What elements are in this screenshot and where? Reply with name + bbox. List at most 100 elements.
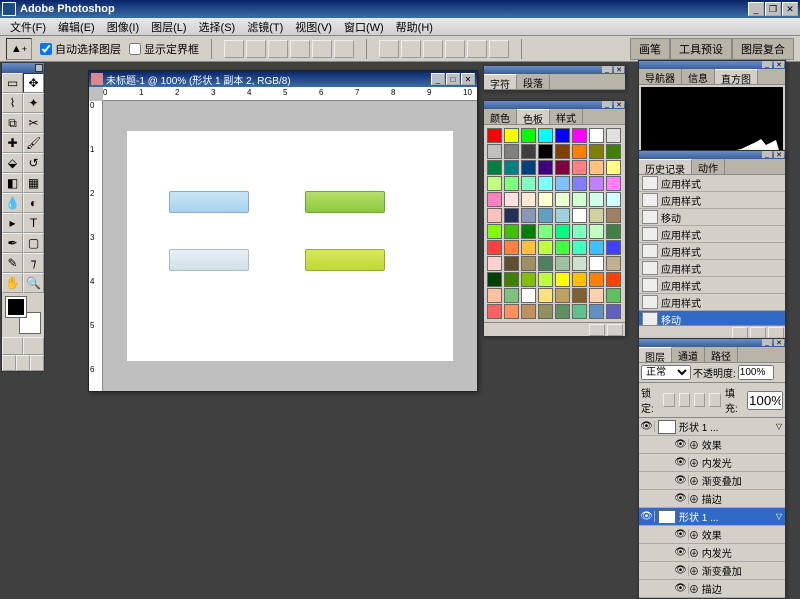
swatch[interactable] [572,288,587,303]
swatch[interactable] [589,224,604,239]
panel-titlebar[interactable]: _✕ [484,66,625,74]
panel-tab[interactable]: 色板 [517,109,550,124]
swatch[interactable] [487,304,502,319]
swatch[interactable] [572,144,587,159]
swatch[interactable] [487,208,502,223]
align-icon[interactable] [224,40,244,58]
swatch[interactable] [504,160,519,175]
swatch[interactable] [572,176,587,191]
swatch[interactable] [521,128,536,143]
layer-effect-row[interactable]: 👁⊕ 效果 [639,436,785,454]
swatch[interactable] [538,304,553,319]
swatch[interactable] [504,176,519,191]
menu-item[interactable]: 文件(F) [4,19,52,35]
visibility-icon[interactable]: 👁 [673,457,689,468]
layer-effect-row[interactable]: 👁⊕ 内发光 [639,454,785,472]
palette-tab[interactable]: 画笔 [630,38,670,60]
swatch[interactable] [521,160,536,175]
swatch[interactable] [589,128,604,143]
doc-close-button[interactable]: ✕ [461,73,475,85]
maximize-button[interactable]: ❐ [765,2,781,16]
swatch[interactable] [606,288,621,303]
align-icon[interactable] [312,40,332,58]
swatch[interactable] [606,128,621,143]
wand-tool[interactable]: ✦ [23,93,44,113]
gradient-tool[interactable]: ▦ [23,173,44,193]
swatch[interactable] [606,224,621,239]
swatch[interactable] [521,224,536,239]
new-swatch-button[interactable] [589,324,605,336]
swatch[interactable] [538,176,553,191]
swatch[interactable] [538,256,553,271]
auto-select-checkbox[interactable]: 自动选择图层 [40,41,121,57]
layer-effect-row[interactable]: 👁⊕ 内发光 [639,544,785,562]
swatch[interactable] [487,144,502,159]
menu-item[interactable]: 图像(I) [101,19,145,35]
menu-item[interactable]: 编辑(E) [52,19,101,35]
fill-input[interactable] [747,391,783,410]
swatch[interactable] [487,160,502,175]
layer-effect-row[interactable]: 👁⊕ 渐变叠加 [639,562,785,580]
swatch[interactable] [555,304,570,319]
swatch[interactable] [504,144,519,159]
distribute-icon[interactable] [489,40,509,58]
menu-item[interactable]: 视图(V) [289,19,338,35]
swatch[interactable] [606,144,621,159]
crop-tool[interactable]: ⧉ [2,113,23,133]
swatch[interactable] [538,272,553,287]
swatch[interactable] [538,240,553,255]
swatch[interactable] [572,256,587,271]
swatch[interactable] [538,208,553,223]
swatch[interactable] [538,128,553,143]
align-icon[interactable] [290,40,310,58]
panel-tab[interactable]: 直方图 [715,69,758,84]
delete-swatch-button[interactable] [607,324,623,336]
swatch[interactable] [589,144,604,159]
swatch[interactable] [572,160,587,175]
menu-item[interactable]: 窗口(W) [338,19,390,35]
swatch[interactable] [487,192,502,207]
visibility-icon[interactable]: 👁 [639,421,655,432]
lock-icon[interactable] [709,393,720,407]
hand-tool[interactable]: ✋ [2,273,23,293]
swatch[interactable] [606,240,621,255]
screen-mode[interactable] [30,355,44,371]
panel-tab[interactable]: 段落 [517,74,550,89]
swatch[interactable] [538,288,553,303]
swatch[interactable] [589,208,604,223]
path-tool[interactable]: ▸ [2,213,23,233]
notes-tool[interactable]: ✎ [2,253,23,273]
panel-titlebar[interactable]: _✕ [639,339,785,347]
swatch[interactable] [589,160,604,175]
mode-standard[interactable] [2,337,23,355]
swatch[interactable] [555,288,570,303]
align-icon[interactable] [334,40,354,58]
history-row[interactable]: 应用样式 [639,175,785,192]
visibility-icon[interactable]: 👁 [673,493,689,504]
history-brush-tool[interactable]: ↺ [23,153,44,173]
align-icon[interactable] [246,40,266,58]
history-row[interactable]: 移动 [639,209,785,226]
panel-tab[interactable]: 通道 [672,347,705,362]
color-swatch[interactable] [6,297,40,333]
lock-icon[interactable] [694,393,705,407]
screen-mode[interactable] [2,355,16,371]
swatch[interactable] [487,240,502,255]
panel-tab[interactable]: 样式 [550,109,583,124]
swatch[interactable] [606,256,621,271]
distribute-icon[interactable] [401,40,421,58]
history-row[interactable]: 应用样式 [639,243,785,260]
visibility-icon[interactable]: 👁 [673,475,689,486]
blur-tool[interactable]: 💧 [2,193,23,213]
visibility-icon[interactable]: 👁 [673,439,689,450]
panel-tab[interactable]: 路径 [705,347,738,362]
pen-tool[interactable]: ✒ [2,233,23,253]
current-tool-icon[interactable]: ▲+ [6,38,32,60]
layer-effect-row[interactable]: 👁⊕ 描边 [639,490,785,508]
type-tool[interactable]: T [23,213,44,233]
swatch[interactable] [487,288,502,303]
menu-item[interactable]: 帮助(H) [390,19,439,35]
doc-maximize-button[interactable]: □ [446,73,460,85]
mode-quickmask[interactable] [23,337,44,355]
swatch[interactable] [555,208,570,223]
